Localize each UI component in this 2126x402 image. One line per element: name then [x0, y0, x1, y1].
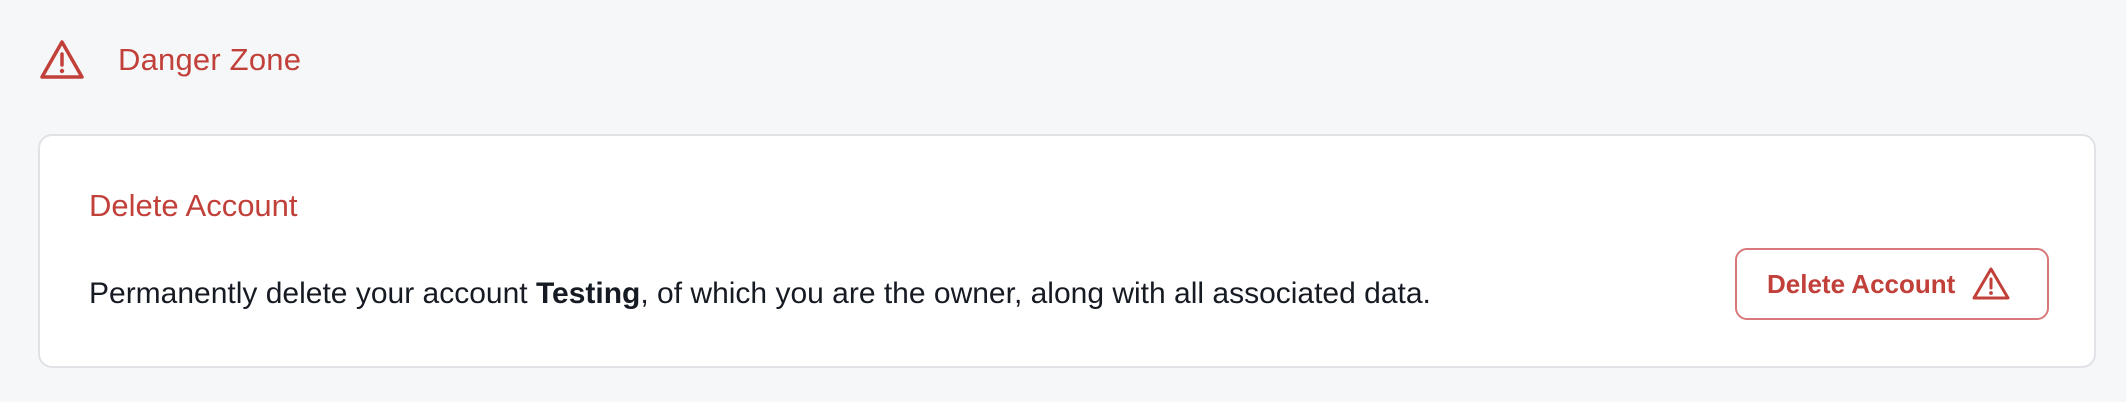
description-prefix: Permanently delete your account: [89, 277, 536, 310]
warning-triangle-icon: [1971, 266, 2011, 302]
card-title: Delete Account: [89, 188, 298, 223]
description-suffix: , of which you are the owner, along with…: [640, 277, 1431, 310]
delete-account-button[interactable]: Delete Account: [1735, 248, 2049, 320]
delete-account-description: Permanently delete your account Testing,…: [89, 274, 1431, 314]
danger-zone-header: Danger Zone: [38, 38, 301, 82]
warning-triangle-icon: [38, 38, 86, 82]
delete-account-card: Delete Account Permanently delete your a…: [38, 134, 2096, 368]
account-name: Testing: [535, 277, 641, 310]
section-title: Danger Zone: [118, 42, 302, 77]
delete-account-button-label: Delete Account: [1767, 269, 1956, 299]
